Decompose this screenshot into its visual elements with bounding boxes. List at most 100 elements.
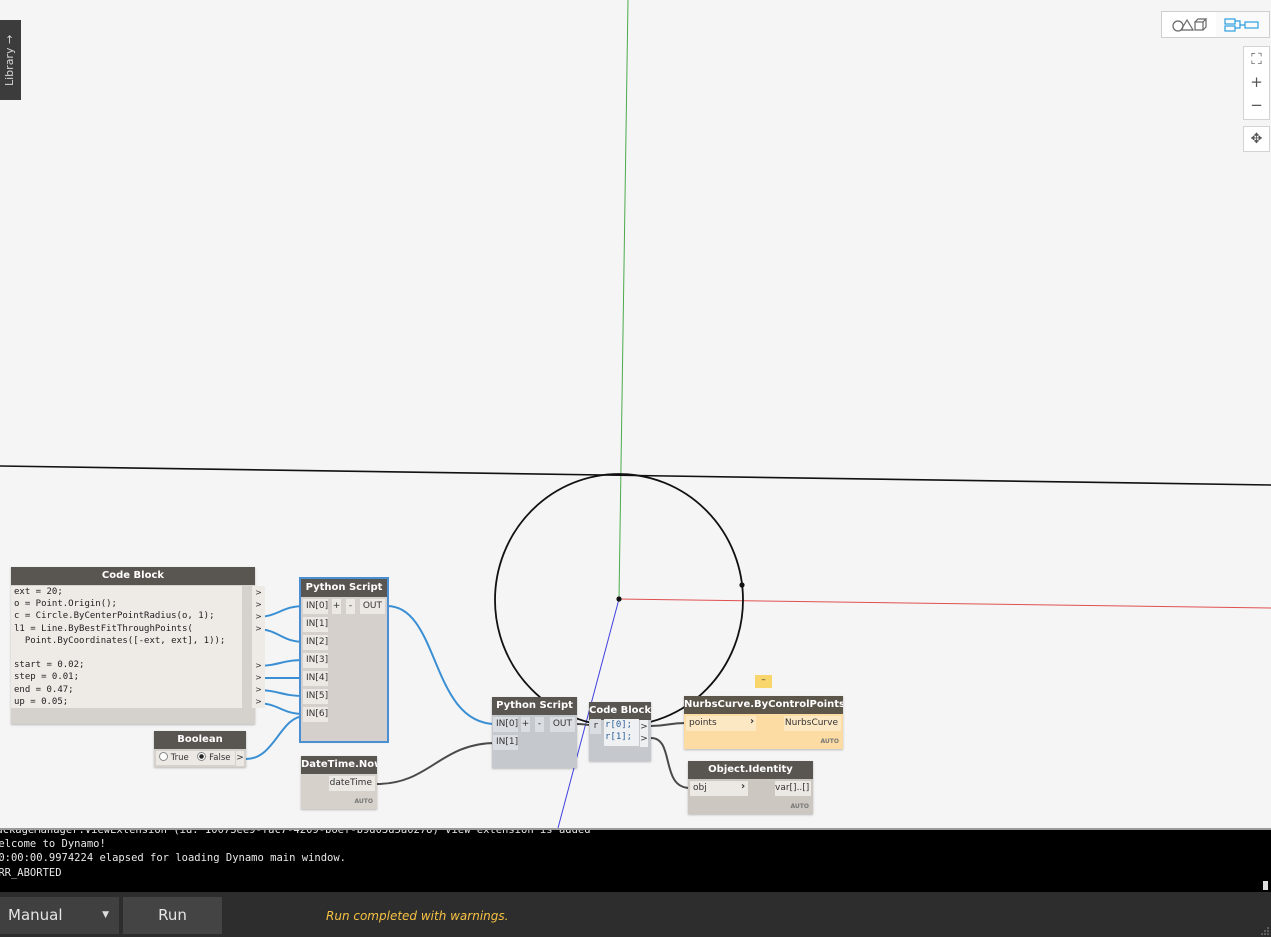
code-line: end = 0.47; (14, 684, 74, 695)
true-radio[interactable] (159, 752, 168, 761)
code-editor[interactable]: r[0]; r[1]; (604, 719, 639, 746)
code-line: Point.ByCoordinates([-ext, ext], 1)); (14, 635, 226, 646)
input-port[interactable]: IN[1] (303, 617, 328, 632)
code-line: r[1]; (605, 732, 633, 742)
output-port[interactable]: OUT (360, 599, 385, 614)
code-block-node[interactable]: Code Block ext = 20; o = Point.Origin(); c… (11, 567, 265, 724)
python-script-node[interactable]: Python Script IN[0] IN[1] IN[2] IN[3] IN… (299, 577, 389, 743)
console-line: Welcome to Dynamo! (0, 838, 106, 850)
object-identity-node[interactable]: Object.Identity obj › var[]..[] AUTO (688, 761, 813, 814)
warning-icon[interactable]: – (755, 675, 772, 688)
input-port[interactable]: IN[3] (303, 653, 328, 668)
graph-view-icon (1224, 17, 1259, 32)
library-tab[interactable]: Library → (0, 20, 21, 100)
input-port[interactable]: IN[0] (303, 599, 328, 614)
input-port[interactable]: IN[6] (303, 707, 328, 722)
chevron-down-icon: ▼ (102, 910, 109, 920)
input-port[interactable]: IN[5] (303, 689, 328, 704)
node-title: Object.Identity (688, 761, 813, 779)
run-mode-dropdown[interactable]: Manual ▼ (0, 897, 119, 934)
code-line: start = 0.02; (14, 660, 85, 671)
circle-point (739, 582, 745, 588)
node-title: NurbsCurve.ByControlPoints (684, 696, 843, 714)
output-port[interactable]: > (253, 599, 264, 610)
zoom-fit-icon[interactable]: ⛶ (1244, 47, 1269, 70)
zoom-out-icon[interactable]: − (1244, 93, 1269, 116)
zoom-controls: ⛶ + − (1243, 46, 1270, 120)
console-line: PackageManager.ViewExtension (id: 10073e… (0, 828, 591, 836)
input-port[interactable]: obj (690, 781, 748, 796)
input-port[interactable]: IN[2] (303, 635, 328, 650)
output-port[interactable]: > (253, 660, 264, 671)
graph-view-button[interactable] (1215, 12, 1269, 37)
y-axis-line (618, 0, 629, 600)
pan-icon[interactable]: ✥ (1243, 126, 1270, 152)
code-line: step = 0.01; (14, 672, 80, 683)
output-port[interactable]: var[]..[] (775, 781, 811, 796)
run-mode-value: Manual (8, 906, 63, 924)
node-title: Boolean (154, 731, 246, 749)
python-script-node-2[interactable]: Python Script IN[0] IN[1] + - OUT (492, 697, 577, 768)
add-input-button[interactable]: + (332, 599, 341, 614)
chevron-right-icon: › (741, 781, 746, 792)
geometry-view-button[interactable] (1162, 12, 1216, 37)
input-port[interactable]: points (686, 716, 756, 731)
datetime-now-node[interactable]: DateTime.Now dateTime AUTO (301, 756, 377, 809)
boolean-node[interactable]: Boolean True False > (154, 731, 246, 767)
input-port[interactable]: IN[4] (303, 671, 328, 686)
remove-input-button[interactable]: - (346, 599, 355, 614)
view-toggle (1161, 11, 1270, 38)
console-line: ERR_ABORTED (0, 867, 62, 879)
code-line: c = Circle.ByCenterPointRadius(o, 1); (14, 611, 215, 622)
arrow-right-icon: → (3, 34, 16, 45)
code-editor[interactable]: ext = 20; o = Point.Origin(); c = Circle.B… (11, 586, 242, 708)
code-line: up = 0.05; (14, 696, 69, 707)
add-input-button[interactable]: + (521, 717, 530, 732)
lacing-label: AUTO (354, 798, 373, 805)
nurbs-curve-node[interactable]: NurbsCurve.ByControlPoints points › Nurb… (684, 696, 843, 749)
node-title: Python Script (301, 579, 387, 597)
chevron-right-icon: › (750, 716, 755, 727)
input-port[interactable]: IN[0] (493, 717, 518, 732)
run-button[interactable]: Run (123, 897, 222, 934)
pan-glyph: ✥ (1250, 131, 1263, 147)
node-title: Code Block (11, 567, 255, 585)
code-line: l1 = Line.ByBestFitThroughPoints( (14, 623, 193, 634)
x-axis-line (618, 598, 1271, 609)
geometry-view-icon (1172, 17, 1208, 32)
output-port[interactable]: NurbsCurve (784, 716, 841, 731)
lacing-label: AUTO (790, 803, 809, 810)
run-status-text: Run completed with warnings. (326, 909, 509, 923)
origin-point (616, 596, 622, 602)
output-port[interactable]: > (253, 684, 264, 695)
lacing-label: AUTO (820, 738, 839, 745)
output-port[interactable]: > (253, 611, 264, 622)
input-port[interactable]: r (590, 719, 601, 734)
true-label: True (170, 753, 189, 763)
code-line: r[0]; (605, 720, 633, 730)
zoom-in-icon[interactable]: + (1244, 70, 1269, 93)
false-radio[interactable] (197, 752, 207, 761)
node-title: Code Block (589, 702, 651, 720)
workspace-canvas[interactable]: Library → ⛶ + − ✥ Code Block ext = 20; o… (0, 0, 1271, 828)
console-output[interactable]: PackageManager.ViewExtension (id: 10073e… (0, 828, 1271, 892)
output-port[interactable]: > (253, 623, 264, 634)
output-port[interactable]: > (253, 672, 264, 683)
remove-input-button[interactable]: - (535, 717, 544, 732)
resize-grip-icon[interactable] (1261, 927, 1269, 935)
code-block-node-2[interactable]: Code Block r r[0]; r[1]; > > (589, 702, 651, 761)
run-bar: Manual ▼ Run Run completed with warnings… (0, 892, 1271, 937)
output-port[interactable]: > (253, 696, 264, 707)
code-line: o = Point.Origin(); (14, 599, 117, 610)
output-port[interactable]: dateTime (329, 776, 375, 791)
node-title: Python Script (492, 697, 577, 715)
output-port[interactable]: > (640, 732, 648, 747)
output-port[interactable]: > (253, 587, 264, 598)
output-port[interactable]: OUT (550, 717, 575, 732)
console-scrollbar[interactable] (1263, 881, 1268, 890)
input-port[interactable]: IN[1] (493, 735, 518, 750)
node-title: DateTime.Now (301, 756, 377, 774)
console-line: 00:00:00.9974224 elapsed for loading Dyn… (0, 852, 347, 864)
output-port[interactable]: > (236, 751, 244, 766)
